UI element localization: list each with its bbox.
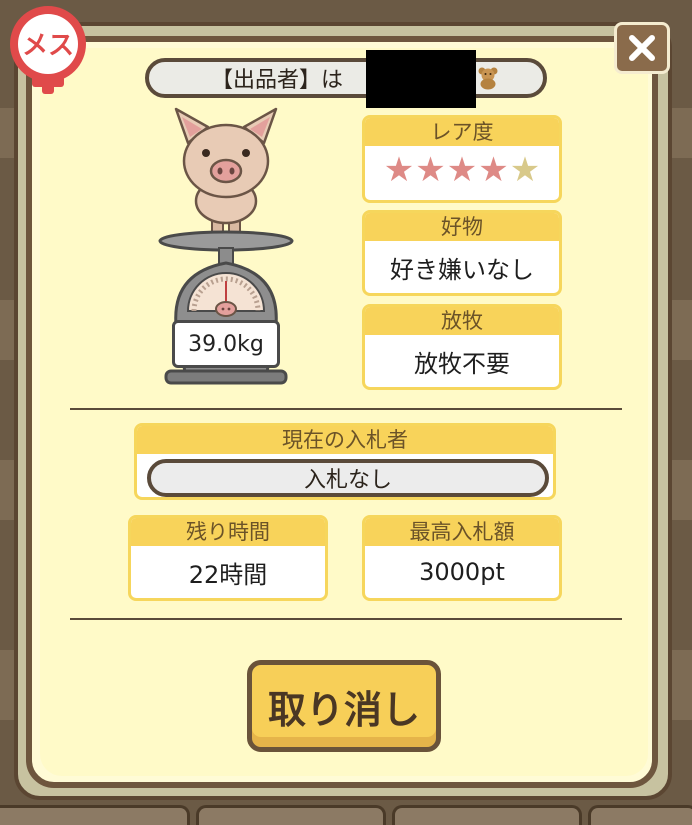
rarity-label: レア度 — [365, 118, 559, 146]
rarity-stars: ★ ★ ★ ★ ★ — [365, 146, 559, 194]
cancel-button[interactable]: 取り消し — [247, 660, 441, 752]
redacted-seller-name — [366, 50, 476, 108]
rarity-panel: レア度 ★ ★ ★ ★ ★ — [362, 115, 562, 203]
star-filled-icon: ★ — [446, 150, 478, 190]
female-badge-icon: メス — [4, 4, 92, 96]
divider — [70, 408, 622, 410]
favorite-panel: 好物 好き嫌いなし — [362, 210, 562, 296]
grazing-value: 放牧不要 — [414, 349, 510, 378]
bottom-tab[interactable] — [196, 805, 386, 825]
star-filled-icon: ★ — [383, 150, 415, 190]
highest-bid-label: 最高入札額 — [365, 518, 559, 546]
bottom-tab[interactable] — [588, 805, 692, 825]
grazing-panel: 放牧 放牧不要 — [362, 304, 562, 390]
favorite-label: 好物 — [365, 213, 559, 241]
current-bidder-value: 入札なし — [147, 459, 549, 497]
current-bidder-panel: 現在の入札者 入札なし — [134, 423, 556, 500]
bottom-tab-bar — [0, 805, 692, 825]
weight-display: 39.0kg — [172, 320, 280, 368]
star-filled-icon: ★ — [415, 150, 446, 190]
bottom-tab[interactable] — [0, 805, 190, 825]
star-empty-icon: ★ — [509, 150, 541, 190]
grazing-label: 放牧 — [365, 307, 559, 335]
highest-bid-panel: 最高入札額 3000pt — [362, 515, 562, 601]
close-icon — [629, 35, 655, 61]
star-filled-icon: ★ — [478, 150, 509, 190]
highest-bid-value: 3000pt — [419, 558, 505, 586]
bottom-tab[interactable] — [392, 805, 582, 825]
seller-label: 【出品者】は — [211, 68, 344, 93]
favorite-value: 好き嫌いなし — [390, 255, 534, 284]
remaining-time-panel: 残り時間 22時間 — [128, 515, 328, 601]
remaining-time-value: 22時間 — [188, 560, 268, 589]
remaining-time-label: 残り時間 — [131, 518, 325, 546]
current-bidder-label: 現在の入札者 — [137, 426, 553, 454]
divider — [70, 618, 622, 620]
teddy-bear-icon — [477, 66, 499, 90]
female-badge-text: メス — [22, 30, 74, 60]
close-button[interactable] — [614, 22, 670, 74]
